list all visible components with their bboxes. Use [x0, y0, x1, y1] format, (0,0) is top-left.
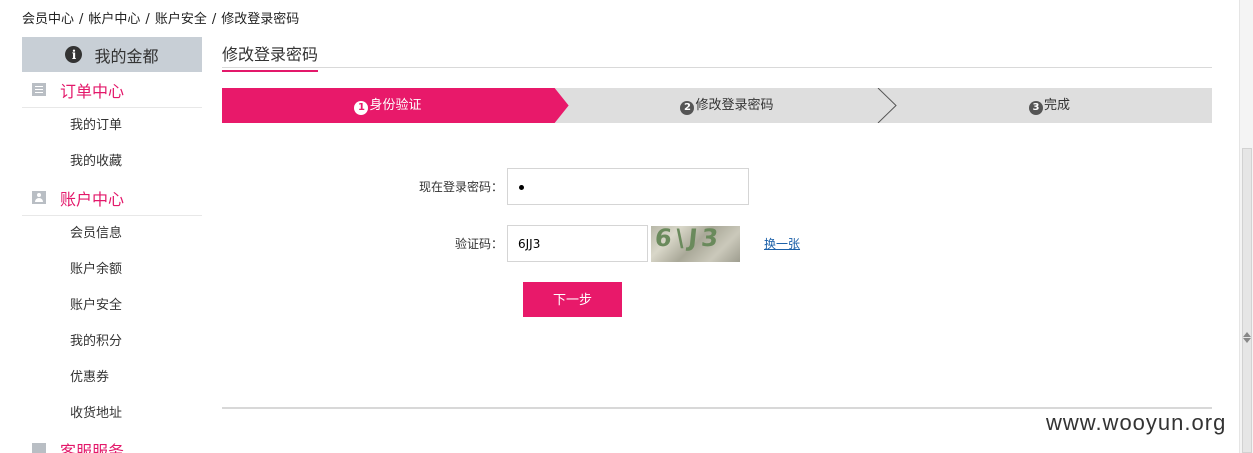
sidebar-section-order-center[interactable]: 订单中心: [22, 72, 202, 108]
step-number-badge: 1: [354, 101, 369, 115]
user-icon: [32, 191, 46, 204]
scroll-down-arrow-icon: [1243, 338, 1251, 343]
breadcrumb-member-center[interactable]: 会员中心: [22, 12, 74, 27]
sidebar-item-my-favorites[interactable]: 我的收藏: [22, 144, 202, 180]
step-identity-verification: 1 身份验证: [222, 88, 554, 123]
sidebar-item-coupons[interactable]: 优惠券: [22, 360, 202, 396]
sidebar-top-my-jindu[interactable]: i 我的金都: [22, 37, 202, 72]
info-icon: i: [65, 46, 83, 63]
captcha-row: 验证码： 6JJ3 6\J3 换一张: [222, 225, 800, 262]
step-change-password: 2 修改登录密码: [567, 88, 887, 123]
password-row: 现在登录密码：: [222, 168, 749, 205]
sidebar-section-title: 账户中心: [60, 189, 125, 209]
sidebar-section-title: 客服服务: [60, 441, 125, 453]
step-label: 修改登录密码: [695, 98, 774, 113]
breadcrumb-account-center[interactable]: 帐户中心: [88, 12, 140, 27]
page-title: 修改登录密码: [222, 41, 319, 72]
sidebar-item-my-orders[interactable]: 我的订单: [22, 108, 202, 144]
main-content: 修改登录密码 1 身份验证 2 修改登录密码 3 完成 现在登录密码： 验证码： 6J…: [222, 37, 1212, 409]
captcha-label: 验证码：: [454, 237, 503, 251]
sidebar-top-label: 我的金都: [94, 46, 159, 66]
step-label: 身份验证: [369, 98, 422, 113]
service-icon: [32, 443, 46, 453]
step-complete: 3 完成: [887, 88, 1212, 123]
breadcrumb-separator: /: [145, 12, 150, 27]
title-row: 修改登录密码: [222, 37, 1212, 72]
step-number-badge: 3: [1028, 101, 1043, 115]
sidebar-item-shipping-address[interactable]: 收货地址: [22, 396, 202, 432]
watermark: www.wooyun.org: [1046, 410, 1227, 435]
sidebar-section-title: 订单中心: [60, 81, 125, 101]
scroll-up-arrow-icon: [1243, 332, 1251, 337]
sidebar-section-customer-service[interactable]: 客服服务: [22, 432, 202, 453]
list-icon: [32, 83, 46, 96]
captcha-field[interactable]: 6JJ3: [507, 225, 648, 262]
breadcrumb-separator: /: [79, 12, 84, 27]
breadcrumb-account-security[interactable]: 账户安全: [155, 12, 207, 27]
sidebar-item-member-info[interactable]: 会员信息: [22, 216, 202, 252]
breadcrumb-separator: /: [211, 12, 217, 27]
captcha-image[interactable]: 6\J3: [651, 225, 740, 262]
password-mask-dot: [519, 185, 524, 190]
sidebar-item-my-points[interactable]: 我的积分: [22, 324, 202, 360]
step-label: 完成: [1043, 98, 1070, 113]
next-step-button[interactable]: 下一步: [523, 282, 622, 317]
sidebar-item-account-balance[interactable]: 账户余额: [22, 252, 202, 288]
breadcrumb-current: 修改登录密码: [221, 12, 300, 27]
password-label: 现在登录密码：: [418, 180, 503, 194]
sidebar-section-account-center[interactable]: 账户中心: [22, 180, 202, 216]
breadcrumb: 会员中心 / 帐户中心 / 账户安全 / 修改登录密码: [22, 8, 299, 27]
refresh-captcha-link[interactable]: 换一张: [764, 235, 800, 252]
sidebar: i 我的金都 订单中心 我的订单 我的收藏 账户中心 会员信息 账户余额 账户安…: [22, 37, 202, 453]
captcha-image-text: 6\J3: [653, 225, 724, 252]
bottom-divider: [222, 407, 1212, 409]
sidebar-item-account-security[interactable]: 账户安全: [22, 288, 202, 324]
step-arrow-active: [554, 88, 568, 123]
page-scrollbar[interactable]: [1239, 0, 1253, 453]
password-field[interactable]: [507, 168, 749, 205]
step-number-badge: 2: [680, 101, 695, 115]
scrollbar-thumb[interactable]: [1242, 148, 1252, 453]
step-progress-bar: 1 身份验证 2 修改登录密码 3 完成: [222, 88, 1212, 123]
